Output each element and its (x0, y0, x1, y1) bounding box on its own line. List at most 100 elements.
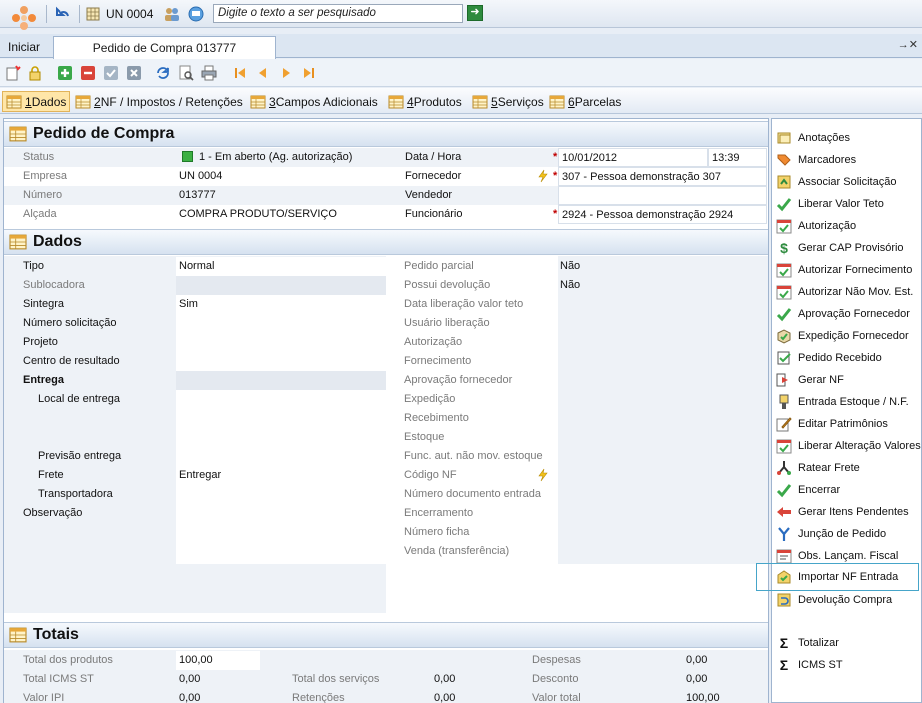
refresh-button[interactable] (154, 64, 172, 82)
sidebar-item-pedido-recebido[interactable]: Pedido Recebido (776, 348, 882, 368)
sidebar-item-importar-nf-entrada[interactable]: Importar NF Entrada (756, 563, 919, 591)
sidebar-label: Marcadores (798, 154, 857, 166)
sidebar-item-gerar-cap[interactable]: $ Gerar CAP Provisório (776, 238, 903, 258)
sidebar-item-expedicao-fornecedor[interactable]: Expedição Fornecedor (776, 326, 909, 346)
sidebar-item-icms-st[interactable]: Σ ICMS ST (776, 655, 843, 675)
sublocadora-label: Sublocadora (23, 279, 85, 291)
unit-selector[interactable]: UN 0004 (86, 4, 158, 24)
sidebar-item-liberar-valor-teto[interactable]: Liberar Valor Teto (776, 194, 884, 214)
remove-button[interactable] (79, 64, 97, 82)
sidebar-item-associar-solicitacao[interactable]: Associar Solicitação (776, 172, 896, 192)
print-button[interactable] (200, 64, 218, 82)
first-record-button[interactable] (231, 64, 249, 82)
despesas-value: 0,00 (686, 654, 708, 666)
link-request-icon (776, 174, 792, 190)
add-button[interactable] (56, 64, 74, 82)
centro-resultado-input[interactable] (176, 352, 386, 371)
sidebar-item-autorizar-nao-mov[interactable]: Autorizar Não Mov. Est. (776, 282, 913, 302)
tab-produtos[interactable]: 4 Produtos (385, 91, 465, 112)
funcionario-input[interactable]: 2924 - Pessoa demonstração 2924 (558, 205, 767, 224)
sidebar-item-juncao-pedido[interactable]: Junção de Pedido (776, 524, 886, 544)
previsao-entrega-input[interactable] (176, 447, 386, 466)
sidebar-item-anotacoes[interactable]: Anotações (776, 128, 850, 148)
sidebar-label: Entrada Estoque / N.F. (798, 396, 909, 408)
sidebar-item-totalizar[interactable]: Σ Totalizar (776, 633, 839, 653)
app-logo-icon[interactable] (8, 4, 40, 36)
sidebar-item-ratear-frete[interactable]: Ratear Frete (776, 458, 860, 478)
sidebar-label: Pedido Recebido (798, 352, 882, 364)
total-icms-st-value: 0,00 (179, 673, 201, 685)
required-mark: * (553, 208, 558, 220)
lock-button[interactable] (26, 64, 44, 82)
observacao-input[interactable] (176, 504, 386, 564)
new-document-button[interactable] (4, 64, 22, 82)
table-icon (9, 234, 27, 250)
hora-input[interactable]: 13:39 (708, 148, 767, 167)
monitor-button[interactable] (187, 4, 205, 24)
calendar-check-icon (776, 262, 792, 278)
tab-produtos-label: Produtos (413, 94, 462, 109)
despesas-label: Despesas (532, 654, 581, 666)
confirm-button[interactable] (102, 64, 120, 82)
sidebar-item-editar-patrimonios[interactable]: Editar Patrimônios (776, 414, 888, 434)
frete-input[interactable]: Entregar (176, 466, 386, 485)
search-go-button[interactable]: ➜ (467, 5, 483, 21)
table-icon (75, 95, 91, 108)
dados-right-values (558, 256, 768, 564)
vendedor-input[interactable] (558, 186, 767, 205)
undo-button[interactable] (55, 4, 73, 24)
tab-parcelas[interactable]: 6 Parcelas (546, 91, 624, 112)
sidebar-item-autorizar-fornecimento[interactable]: Autorizar Fornecimento (776, 260, 912, 280)
tipo-input[interactable]: Normal (176, 257, 386, 276)
tab-home[interactable]: Iniciar (8, 40, 40, 54)
venda-transferencia-label: Venda (transferência) (404, 545, 510, 557)
sidebar-item-entrada-estoque[interactable]: Entrada Estoque / N.F. (776, 392, 909, 412)
tab-campos-num: 3 (269, 94, 276, 109)
sintegra-label: Sintegra (23, 298, 64, 310)
sidebar-item-marcadores[interactable]: Marcadores (776, 150, 856, 170)
calendar-check-icon (776, 284, 792, 300)
fornecedor-input[interactable]: 307 - Pessoa demonstração 307 (558, 167, 767, 186)
previous-record-button[interactable] (254, 64, 272, 82)
lightning-icon[interactable] (537, 169, 549, 183)
local-entrega-input[interactable] (176, 390, 386, 447)
sintegra-input[interactable]: Sim (176, 295, 386, 314)
numero-solicitacao-input[interactable] (176, 314, 386, 333)
sidebar-item-gerar-itens-pendentes[interactable]: Gerar Itens Pendentes (776, 502, 909, 522)
check-box-icon (104, 66, 118, 80)
transportadora-input[interactable] (176, 485, 386, 504)
fornecedor-label: Fornecedor (386, 167, 558, 186)
tab-servicos-num: 5 (491, 94, 498, 109)
table-icon (388, 95, 404, 108)
calendar-obs-icon (776, 548, 792, 564)
edit-icon (776, 416, 792, 432)
sidebar-item-devolucao-compra[interactable]: Devolução Compra (776, 590, 892, 610)
sidebar-label: Gerar Itens Pendentes (798, 506, 909, 518)
tab-servicos[interactable]: 5 Serviços (469, 91, 547, 112)
last-record-button[interactable] (300, 64, 318, 82)
close-tab-icon[interactable]: →✕ (898, 38, 918, 51)
data-input[interactable]: 10/01/2012 (558, 148, 708, 167)
sidebar-item-gerar-nf[interactable]: Gerar NF (776, 370, 844, 390)
sidebar-item-aprovacao-fornecedor[interactable]: Aprovação Fornecedor (776, 304, 910, 324)
x-box-icon (127, 66, 141, 80)
users-button[interactable] (163, 4, 181, 24)
cancel-button[interactable] (125, 64, 143, 82)
next-record-button[interactable] (277, 64, 295, 82)
tab-nf-impostos[interactable]: 2 NF / Impostos / Retenções (72, 91, 246, 112)
centro-resultado-label: Centro de resultado (23, 355, 120, 367)
tab-dados[interactable]: 1 Dados (2, 91, 71, 112)
projeto-input[interactable] (176, 333, 386, 352)
sidebar-item-liberar-alteracao[interactable]: Liberar Alteração Valores (776, 436, 921, 456)
lightning-icon[interactable] (537, 468, 549, 482)
tab-campos-adicionais[interactable]: 3 Campos Adicionais (247, 91, 381, 112)
sidebar-item-autorizacao[interactable]: Autorização (776, 216, 856, 236)
status-field: 1 - Em aberto (Ag. autorização) (176, 148, 386, 167)
undo-icon (56, 6, 69, 17)
preview-button[interactable] (177, 64, 195, 82)
previsao-entrega-label: Previsão entrega (38, 450, 122, 462)
sidebar-item-encerrar[interactable]: Encerrar (776, 480, 840, 500)
search-input[interactable]: Digite o texto a ser pesquisado (213, 4, 463, 23)
section-dados-title: Dados (33, 233, 82, 250)
tab-pedido-compra[interactable]: Pedido de Compra 013777 (53, 36, 276, 59)
